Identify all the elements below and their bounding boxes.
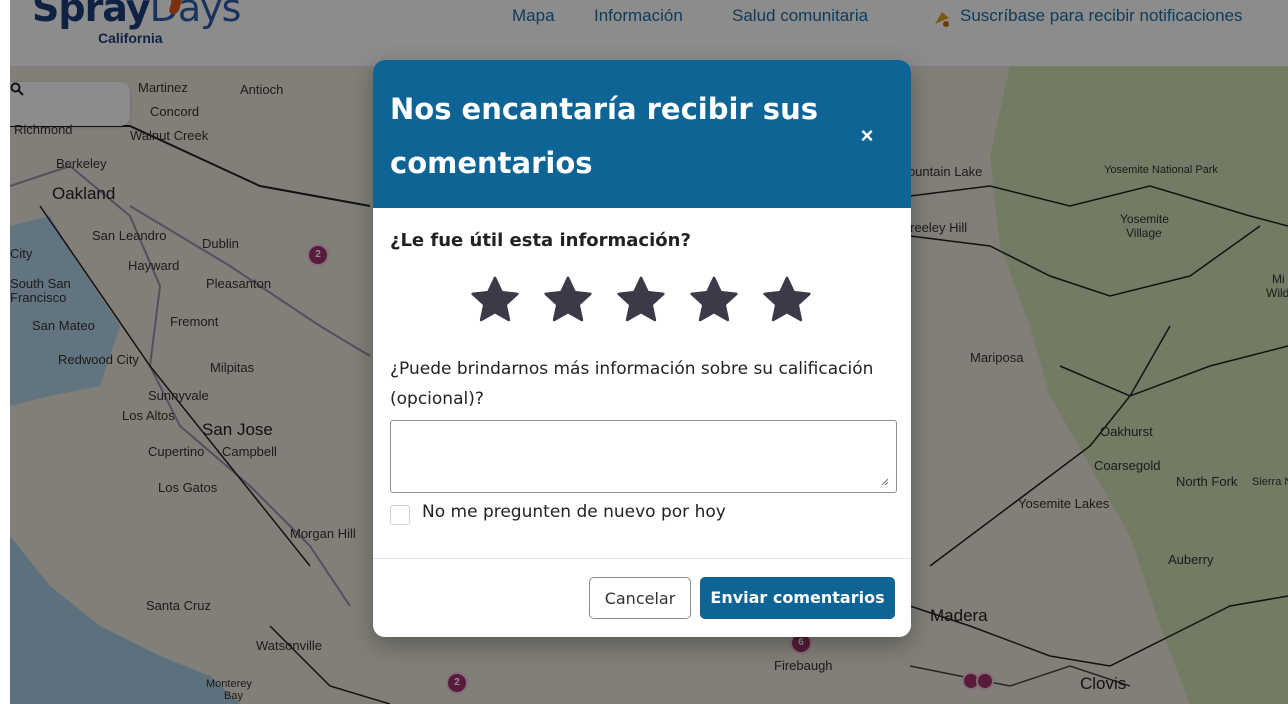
modal-title: Nos encantaría recibir sus comentarios <box>390 92 818 180</box>
dont-ask-checkbox[interactable] <box>390 505 410 525</box>
feedback-textarea[interactable] <box>390 420 897 493</box>
close-button[interactable]: × <box>853 122 881 150</box>
star-icon[interactable] <box>761 274 813 326</box>
footer-divider <box>373 558 911 559</box>
rating-question: ¿Le fue útil esta información? <box>390 230 691 251</box>
feedback-modal: Nos encantaría recibir sus comentarios ×… <box>373 60 911 637</box>
modal-header: Nos encantaría recibir sus comentarios × <box>373 60 911 208</box>
star-icon[interactable] <box>688 274 740 326</box>
submit-feedback-button[interactable]: Enviar comentarios <box>700 577 895 619</box>
details-question: ¿Puede brindarnos más información sobre … <box>390 359 874 409</box>
resize-grip-icon[interactable] <box>881 478 889 486</box>
star-icon[interactable] <box>615 274 667 326</box>
app-root: SprayDays California Mapa Información Sa… <box>10 0 1288 704</box>
dont-ask-label[interactable]: No me pregunten de nuevo por hoy <box>422 502 726 522</box>
star-icon[interactable] <box>469 274 521 326</box>
star-icon[interactable] <box>542 274 594 326</box>
cancel-button[interactable]: Cancelar <box>589 577 691 619</box>
